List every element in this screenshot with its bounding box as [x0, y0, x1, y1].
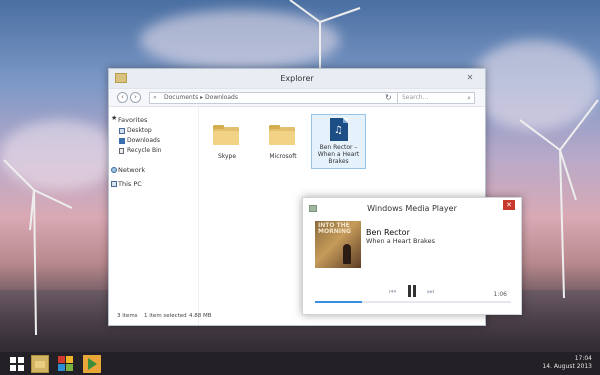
search-input[interactable]: Search... ⌕ [397, 92, 475, 104]
search-icon: ⌕ [467, 94, 471, 102]
music-file-icon: ♫ [330, 118, 348, 141]
folder-icon [35, 361, 45, 368]
next-track-button[interactable]: ⏭ [427, 287, 434, 297]
track-name: When a Heart Brakes [366, 237, 435, 245]
sidebar-this-pc[interactable]: This PC [109, 180, 198, 191]
start-button[interactable] [8, 355, 26, 373]
previous-track-button[interactable]: ⏮ [389, 287, 396, 297]
pause-button[interactable] [406, 285, 418, 297]
media-player-window: Windows Media Player ✕ INTO THE MORNING … [302, 197, 522, 315]
address-bar[interactable]: » Documents ▸ Downloads [149, 92, 404, 104]
taskbar-apps-button[interactable] [57, 355, 75, 373]
sidebar-item-label: Downloads [127, 137, 160, 144]
media-player-title: Windows Media Player [367, 204, 457, 213]
taskbar-explorer-button[interactable] [31, 355, 49, 373]
album-art-text: INTO THE MORNING [318, 222, 351, 235]
sidebar-network-label: Network [118, 166, 146, 174]
sidebar-item-downloads[interactable]: Downloads [109, 137, 198, 147]
seek-bar[interactable] [315, 301, 511, 303]
sidebar-network[interactable]: Network [109, 166, 198, 177]
computer-icon [111, 181, 117, 187]
sidebar-item-desktop[interactable]: Desktop [109, 127, 198, 137]
file-name: Microsoft [269, 153, 297, 160]
status-selected-size: 4.88 MB [189, 313, 212, 319]
forward-button[interactable]: › [130, 92, 141, 103]
downloads-icon [119, 138, 125, 144]
play-icon [88, 358, 97, 370]
folder-icon [269, 125, 295, 145]
explorer-titlebar[interactable]: Explorer ✕ [109, 69, 485, 89]
desktop-icon [119, 128, 125, 134]
file-item-skype[interactable]: Skype [200, 114, 254, 176]
sidebar-item-label: Desktop [127, 127, 152, 134]
status-items-count: 3 items [117, 313, 138, 319]
wind-turbine-graphic [3, 159, 73, 336]
taskbar-media-player-button[interactable] [83, 355, 101, 373]
seek-bar-fill [315, 301, 363, 303]
clock-date: 14. August 2013 [542, 363, 592, 370]
media-player-close-button[interactable]: ✕ [503, 200, 515, 210]
address-path: Documents ▸ Downloads [164, 94, 238, 101]
file-item-audio[interactable]: ♫ Ben Rector – When a Heart Brakes [311, 114, 366, 169]
address-chevron-icon: » [153, 94, 157, 101]
status-selected-info: 1 item selected [144, 313, 187, 319]
navigation-pane: ★ Favorites Desktop Downloads Recycle Bi… [109, 107, 199, 325]
sidebar-item-label: Recycle Bin [127, 147, 162, 154]
taskbar: 17:04 14. August 2013 [0, 351, 600, 375]
folder-icon [213, 125, 239, 145]
explorer-close-button[interactable]: ✕ [463, 72, 477, 84]
sidebar-favorites-label: Favorites [118, 116, 148, 124]
wind-turbine-graphic [289, 0, 361, 70]
wind-turbine-graphic [520, 99, 599, 299]
file-name: Skype [217, 153, 237, 160]
explorer-navbar: ‹ › ⌃ » Documents ▸ Downloads ↻ Search..… [109, 89, 485, 107]
artist-name: Ben Rector [366, 228, 410, 237]
system-clock[interactable]: 17:04 14. August 2013 [542, 355, 592, 371]
refresh-button[interactable]: ↻ [385, 93, 392, 102]
back-button[interactable]: ‹ [117, 92, 128, 103]
recycle-bin-icon [119, 148, 124, 154]
network-icon [111, 167, 117, 173]
file-name: Ben Rector – When a Heart Brakes [317, 144, 360, 165]
album-art: INTO THE MORNING [315, 221, 361, 268]
sidebar-favorites[interactable]: ★ Favorites [109, 114, 198, 127]
windows-logo-icon [10, 357, 16, 363]
sidebar-item-recycle-bin[interactable]: Recycle Bin [109, 147, 198, 157]
sidebar-this-pc-label: This PC [118, 180, 142, 188]
explorer-title: Explorer [280, 74, 314, 83]
playback-time: 1:06 [493, 291, 507, 298]
star-icon: ★ [111, 114, 118, 122]
file-item-microsoft[interactable]: Microsoft [256, 114, 310, 176]
clock-time: 17:04 [574, 355, 592, 362]
apps-grid-icon [58, 356, 65, 363]
search-placeholder: Search... [402, 94, 429, 101]
